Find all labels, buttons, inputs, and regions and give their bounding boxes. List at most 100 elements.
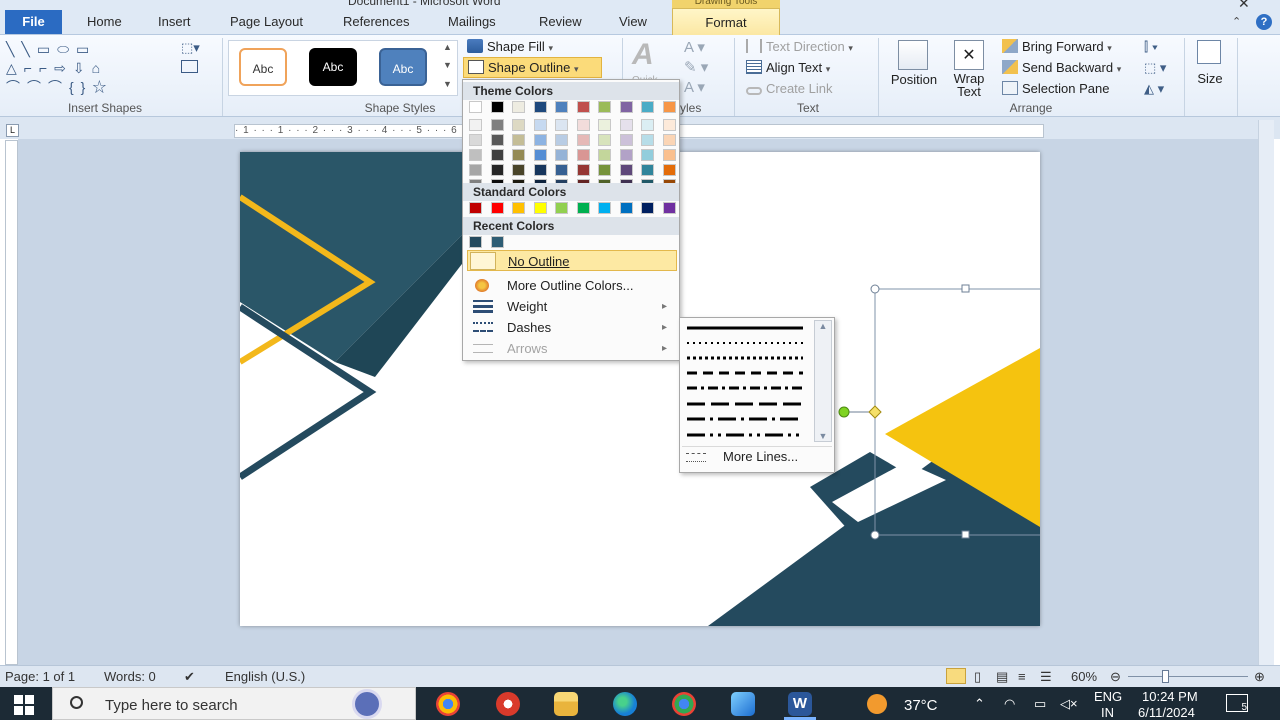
tab-format[interactable]: Format (672, 8, 780, 36)
theme-color-swatch[interactable] (641, 101, 654, 113)
gallery-scroll-down-icon[interactable]: ▼ (443, 60, 452, 70)
theme-shade-swatch[interactable] (555, 149, 568, 161)
tab-view[interactable]: View (619, 14, 647, 29)
web-layout-icon[interactable]: ▤ (996, 669, 1008, 685)
tray-overflow-icon[interactable]: ⌃ (974, 696, 985, 712)
theme-shade-swatch[interactable] (619, 134, 633, 146)
vertical-scrollbar[interactable] (1258, 120, 1274, 665)
zoom-slider-thumb[interactable] (1162, 670, 1169, 683)
gallery-more-icon[interactable]: ▼ (443, 79, 452, 89)
zoom-level[interactable]: 60% (1071, 669, 1097, 684)
more-lines-item[interactable]: More Lines... (682, 446, 832, 466)
shape-style-black-fill[interactable]: Abc (309, 48, 357, 86)
theme-shade-swatch[interactable] (512, 119, 525, 131)
theme-shade-swatch[interactable] (533, 164, 547, 176)
language-status[interactable]: English (U.S.) (225, 669, 305, 684)
theme-shade-swatch[interactable] (641, 149, 654, 161)
zoom-in-icon[interactable]: ⊕ (1254, 669, 1265, 685)
standard-color-swatch[interactable] (555, 202, 568, 214)
clock-time[interactable]: 10:24 PM (1142, 689, 1198, 704)
theme-shade-swatch[interactable] (598, 149, 611, 161)
theme-shade-swatch[interactable] (576, 134, 590, 146)
battery-icon[interactable]: ▭ (1034, 696, 1046, 712)
wifi-icon[interactable]: ◠ (1004, 696, 1015, 712)
standard-color-swatch[interactable] (533, 202, 547, 214)
theme-color-swatch[interactable] (555, 101, 568, 113)
theme-color-swatch[interactable] (469, 101, 482, 113)
page-count-status[interactable]: Page: 1 of 1 (5, 669, 75, 684)
adjust-handle-icon[interactable] (868, 405, 882, 419)
theme-shade-swatch[interactable] (641, 119, 654, 131)
word-taskbar-icon[interactable]: W (788, 692, 812, 716)
tab-selector-icon[interactable]: L (6, 124, 19, 137)
theme-shade-swatch[interactable] (662, 164, 676, 176)
photos-icon[interactable] (731, 692, 755, 716)
group-objects-icon[interactable]: ⬚ ▾ (1144, 60, 1166, 76)
align-text-button[interactable]: Align Text (746, 60, 830, 75)
theme-color-swatch[interactable] (576, 101, 590, 113)
bring-forward-button[interactable]: Bring Forward (1002, 39, 1112, 54)
quick-styles-icon[interactable]: A (632, 38, 654, 72)
rotate-handle-icon[interactable] (838, 406, 850, 418)
rotate-objects-icon[interactable]: ◭ ▾ (1144, 81, 1164, 97)
standard-color-swatch[interactable] (598, 202, 611, 214)
position-button[interactable]: Position (887, 72, 941, 87)
theme-shade-swatch[interactable] (576, 149, 590, 161)
theme-shade-swatch[interactable] (662, 119, 676, 131)
theme-shade-swatch[interactable] (490, 134, 504, 146)
theme-shade-swatch[interactable] (469, 134, 482, 146)
language-indicator-line1[interactable]: ENG (1094, 689, 1122, 704)
print-layout-view-icon[interactable] (946, 668, 966, 684)
theme-shade-swatch[interactable] (555, 119, 568, 131)
theme-shade-swatch[interactable] (598, 134, 611, 146)
dashes-scrollbar[interactable]: ▲ ▼ (814, 320, 832, 442)
theme-shade-swatch[interactable] (533, 134, 547, 146)
weight-item[interactable]: Weight (467, 296, 677, 317)
wrap-text-button[interactable]: Wrap Text (950, 72, 988, 98)
theme-shade-swatch[interactable] (641, 164, 654, 176)
theme-color-swatch[interactable] (490, 101, 504, 113)
theme-color-swatch[interactable] (533, 101, 547, 113)
temperature-label[interactable]: 37°C (904, 697, 938, 714)
clock-date[interactable]: 6/11/2024 (1138, 705, 1195, 720)
theme-shade-swatch[interactable] (490, 149, 504, 161)
no-outline-item[interactable]: No Outline (467, 250, 677, 271)
theme-shade-swatch[interactable] (662, 134, 676, 146)
windows-start-icon[interactable] (14, 695, 34, 715)
theme-shade-swatch[interactable] (490, 119, 504, 131)
shape-style-orange-outline[interactable]: Abc (239, 48, 287, 86)
recent-color-swatch[interactable] (490, 236, 504, 248)
theme-shade-swatch[interactable] (490, 164, 504, 176)
shape-outline-button[interactable]: Shape Outline (463, 57, 602, 78)
theme-shade-swatch[interactable] (641, 134, 654, 146)
scroll-down-icon[interactable]: ▼ (815, 431, 831, 441)
recent-color-swatch[interactable] (469, 236, 482, 248)
theme-shade-swatch[interactable] (469, 149, 482, 161)
vertical-ruler[interactable] (5, 140, 18, 665)
theme-shade-swatch[interactable] (469, 119, 482, 131)
edit-shape-icon[interactable]: ⬚▾ (181, 40, 200, 56)
theme-shade-swatch[interactable] (555, 164, 568, 176)
help-icon[interactable]: ? (1256, 14, 1272, 30)
volume-muted-icon[interactable]: ◁× (1060, 696, 1078, 712)
clock-widget-icon[interactable] (352, 689, 382, 719)
theme-color-swatch[interactable] (512, 101, 525, 113)
standard-color-swatch[interactable] (619, 202, 633, 214)
draft-view-icon[interactable]: ☰ (1040, 669, 1052, 685)
standard-color-swatch[interactable] (662, 202, 676, 214)
theme-shade-swatch[interactable] (598, 164, 611, 176)
file-explorer-icon[interactable] (554, 692, 578, 716)
arrows-item[interactable]: Arrows (467, 338, 677, 359)
standard-color-swatch[interactable] (469, 202, 482, 214)
outline-view-icon[interactable]: ≡ (1018, 669, 1026, 684)
resize-handle-icon[interactable] (870, 530, 880, 540)
gallery-scroll-up-icon[interactable]: ▲ (443, 42, 452, 52)
chrome-profile-icon[interactable] (672, 692, 696, 716)
scroll-up-icon[interactable]: ▲ (815, 321, 831, 331)
theme-shade-swatch[interactable] (512, 164, 525, 176)
text-outline-icon[interactable]: ✎ ▾ (684, 58, 708, 76)
standard-color-swatch[interactable] (490, 202, 504, 214)
tab-insert[interactable]: Insert (158, 14, 191, 29)
tab-home[interactable]: Home (87, 14, 122, 29)
word-count-status[interactable]: Words: 0 (104, 669, 156, 684)
